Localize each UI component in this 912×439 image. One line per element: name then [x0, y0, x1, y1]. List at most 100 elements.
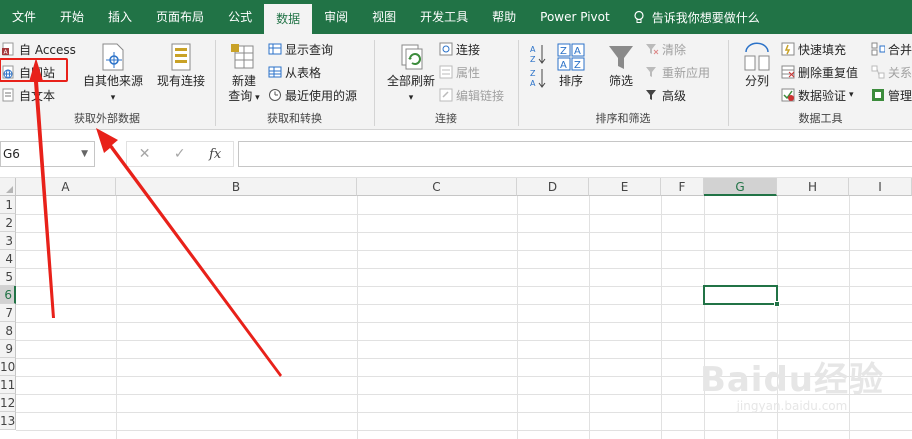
flash-fill-button[interactable]: 快速填充 [781, 39, 846, 59]
column-header-g[interactable]: G [704, 178, 777, 196]
connections-button[interactable]: 连接 [439, 39, 480, 59]
tab-developer[interactable]: 开发工具 [408, 0, 480, 34]
svg-text:A: A [574, 46, 581, 57]
group-sort-filter: AZZA ZAAZ 排序 筛选 清除 重新应用 高级 排序和筛选 [519, 34, 727, 130]
column-header-i[interactable]: I [849, 178, 912, 196]
watermark-url: jingyan.baidu.com [736, 399, 848, 413]
row-header-10[interactable]: 10 [0, 358, 16, 376]
access-icon: A [2, 42, 14, 56]
row-header-1[interactable]: 1 [0, 196, 16, 214]
row-header-6[interactable]: 6 [0, 286, 16, 304]
refresh-all-button[interactable]: 全部刷新 ▾ [381, 42, 441, 106]
cancel-icon[interactable]: ✕ [139, 146, 151, 162]
existing-connections-icon [171, 43, 191, 71]
row-header-13[interactable]: 13 [0, 412, 16, 430]
formula-buttons: ✕ ✓ fx [126, 141, 234, 167]
data-validation-button[interactable]: 数据验证 ▾ [781, 85, 854, 105]
data-model-icon [872, 89, 884, 101]
tab-file[interactable]: 文件 [0, 0, 48, 34]
row-header-7[interactable]: 7 [0, 304, 16, 322]
table-icon [268, 66, 282, 78]
refresh-icon [401, 44, 423, 70]
tab-data[interactable]: 数据 [264, 4, 313, 34]
insert-function-button[interactable]: fx [209, 147, 221, 162]
clear-filter-button[interactable]: 清除 [645, 39, 686, 59]
svg-text:Z: Z [530, 55, 536, 64]
row-header-9[interactable]: 9 [0, 340, 16, 358]
group-connections: 全部刷新 ▾ 连接 属性 编辑链接 连接 [375, 34, 517, 130]
from-other-sources-button[interactable]: 自其他来源 ▾ [80, 42, 146, 106]
row-header-5[interactable]: 5 [0, 268, 16, 286]
highlight-box-web [0, 58, 68, 82]
name-box[interactable]: G6 ▼ [0, 141, 95, 167]
consolidate-button[interactable]: 合并 [871, 39, 912, 59]
row-header-11[interactable]: 11 [0, 376, 16, 394]
fill-handle[interactable] [774, 301, 780, 307]
sort-button[interactable]: ZAAZ 排序 [553, 42, 589, 89]
remove-duplicates-icon [781, 65, 795, 79]
row-header-2[interactable]: 2 [0, 214, 16, 232]
remove-duplicates-button[interactable]: 删除重复值 [781, 62, 858, 82]
sort-ascending-button[interactable]: AZZA [527, 42, 549, 92]
from-table-button[interactable]: 从表格 [268, 62, 321, 82]
baidu-watermark: Baidu经验 jingyan.baidu.com [700, 352, 884, 413]
tab-help[interactable]: 帮助 [480, 0, 528, 34]
edit-links-button[interactable]: 编辑链接 [439, 85, 504, 105]
manage-data-model-button[interactable]: 管理 [871, 85, 912, 105]
column-header-h[interactable]: H [777, 178, 849, 196]
funnel-icon [609, 46, 633, 69]
advanced-filter-button[interactable]: 高级 [645, 85, 686, 105]
name-box-value: G6 [3, 147, 20, 161]
new-query-button[interactable]: 新建 查询 ▾ [222, 42, 266, 106]
filter-button[interactable]: 筛选 [603, 42, 639, 89]
text-to-columns-button[interactable]: 分列 [739, 42, 775, 89]
sort-dialog-icon: Z AA Z [557, 43, 585, 71]
column-header-a[interactable]: A [16, 178, 116, 196]
formula-input[interactable] [238, 141, 912, 167]
ribbon-tab-bar: 文件 开始 插入 页面布局 公式 数据 审阅 视图 开发工具 帮助 Power … [0, 0, 912, 34]
column-header-e[interactable]: E [589, 178, 661, 196]
connections-icon [439, 42, 453, 56]
tell-me-text: 告诉我你想要做什么 [651, 10, 760, 25]
lightbulb-icon [634, 10, 644, 23]
column-header-d[interactable]: D [517, 178, 589, 196]
group-label-get-transform: 获取和转换 [267, 112, 322, 125]
tab-formulas[interactable]: 公式 [216, 0, 264, 34]
svg-text:Z: Z [560, 46, 567, 57]
properties-button[interactable]: 属性 [439, 62, 480, 82]
relationships-button[interactable]: 关系 [871, 62, 912, 82]
show-queries-button[interactable]: 显示查询 [268, 39, 333, 59]
from-text-button[interactable]: 自文本 [2, 85, 55, 105]
select-all-button[interactable] [0, 178, 16, 196]
formula-bar-grip-icon[interactable]: ⋮ [108, 143, 118, 163]
sort-az-icon: AZZA [530, 45, 546, 88]
group-label-sort-filter: 排序和筛选 [595, 112, 651, 125]
text-file-icon [2, 88, 14, 102]
enter-icon[interactable]: ✓ [174, 146, 186, 162]
tab-review[interactable]: 审阅 [312, 0, 360, 34]
column-header-f[interactable]: F [661, 178, 704, 196]
selected-cell-g6[interactable] [703, 285, 780, 307]
flash-fill-icon [781, 42, 795, 56]
column-header-b[interactable]: B [116, 178, 357, 196]
tab-view[interactable]: 视图 [360, 0, 408, 34]
reapply-icon [646, 67, 656, 77]
tell-me-box[interactable]: 告诉我你想要做什么 [632, 9, 760, 26]
row-header-3[interactable]: 3 [0, 232, 16, 250]
tab-insert[interactable]: 插入 [96, 0, 144, 34]
existing-connections-button[interactable]: 现有连接 [152, 42, 210, 89]
column-header-c[interactable]: C [357, 178, 517, 196]
tab-home[interactable]: 开始 [48, 0, 96, 34]
recent-sources-button[interactable]: 最近使用的源 [268, 85, 357, 105]
tab-power-pivot[interactable]: Power Pivot [528, 0, 622, 34]
row-header-12[interactable]: 12 [0, 394, 16, 412]
chevron-down-icon[interactable]: ▼ [81, 142, 88, 166]
row-header-4[interactable]: 4 [0, 250, 16, 268]
tab-page-layout[interactable]: 页面布局 [144, 0, 216, 34]
consolidate-icon [871, 42, 885, 56]
properties-icon [439, 65, 453, 79]
row-header-8[interactable]: 8 [0, 322, 16, 340]
reapply-button[interactable]: 重新应用 [645, 62, 710, 82]
recent-sources-icon [269, 89, 281, 101]
from-access-button[interactable]: A 自 Access [2, 39, 76, 59]
